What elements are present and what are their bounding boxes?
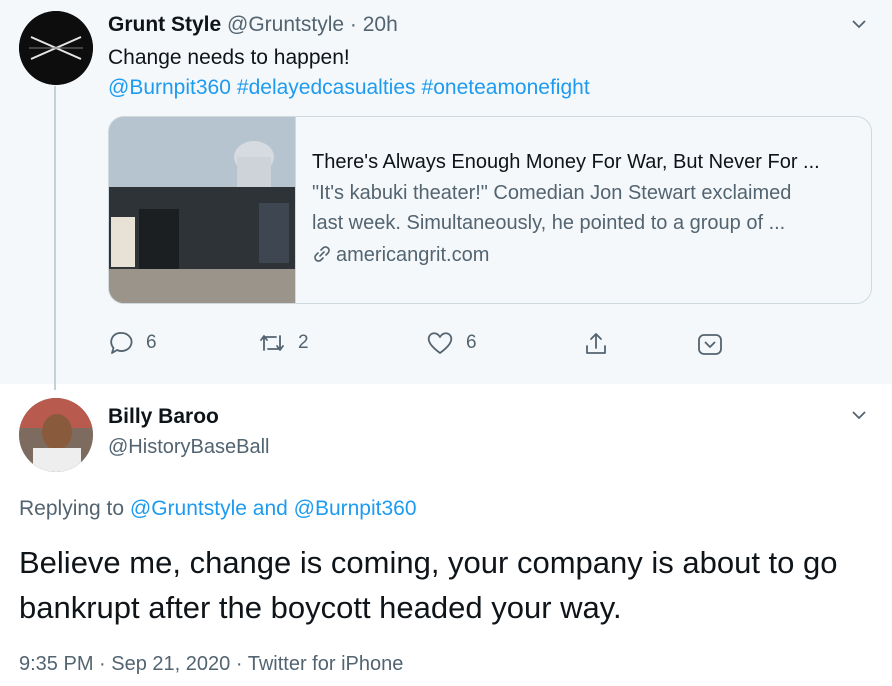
- card-domain: americangrit.com: [312, 244, 857, 267]
- card-description-line: "It's kabuki theater!" Comedian Jon Stew…: [312, 182, 792, 204]
- like-icon: [427, 332, 453, 354]
- billybaroo-avatar[interactable]: [19, 398, 93, 472]
- retweet-button[interactable]: 2: [258, 330, 309, 356]
- hashtag-link[interactable]: #delayedcasualties: [237, 76, 416, 99]
- share-button[interactable]: [582, 330, 610, 358]
- tip-icon: [698, 334, 722, 355]
- reply-tweet-text: Believe me, change is coming, your compa…: [19, 545, 838, 625]
- card-domain-text: americangrit.com: [336, 244, 490, 266]
- card-title: There's Always Enough Money For War, But…: [312, 151, 820, 173]
- separator: ·: [99, 653, 106, 675]
- tweet-time[interactable]: 20h: [363, 13, 398, 36]
- reply-count: 6: [146, 332, 157, 353]
- reply-meta: 9:35 PM · Sep 21, 2020 · Twitter for iPh…: [19, 653, 403, 676]
- like-count: 6: [466, 332, 477, 353]
- share-icon: [586, 333, 606, 354]
- tweet-actions: 6 2 6: [108, 330, 728, 360]
- card-body: There's Always Enough Money For War, But…: [312, 151, 857, 267]
- retweet-icon: [260, 335, 284, 351]
- retweet-count: 2: [298, 332, 309, 353]
- gruntstyle-avatar[interactable]: [19, 11, 93, 85]
- parent-tweet-text: Change needs to happen!: [108, 46, 350, 69]
- card-description-line: last week. Simultaneously, he pointed to…: [312, 212, 786, 234]
- card-description: "It's kabuki theater!" Comedian Jon Stew…: [312, 178, 857, 238]
- reply-display-name[interactable]: Billy Baroo: [108, 405, 219, 429]
- like-button[interactable]: 6: [426, 330, 477, 356]
- separator: ·: [349, 13, 357, 36]
- link-preview-card[interactable]: There's Always Enough Money For War, But…: [108, 116, 872, 304]
- parent-header: Grunt Style @Gruntstyle · 20h: [108, 13, 398, 37]
- chevron-down-icon[interactable]: [850, 15, 868, 33]
- replying-to-prefix: Replying to: [19, 497, 125, 520]
- reply-handle[interactable]: @HistoryBaseBall: [108, 436, 269, 459]
- handle[interactable]: @Gruntstyle: [227, 13, 344, 36]
- replying-to-mentions[interactable]: @Gruntstyle and @Burnpit360: [130, 497, 417, 520]
- card-thumbnail: [109, 117, 296, 303]
- tip-button[interactable]: [696, 330, 724, 358]
- parent-tweet-tags: @Burnpit360 #delayedcasualties #oneteamone…: [108, 76, 596, 100]
- display-name[interactable]: Grunt Style: [108, 13, 221, 36]
- replying-to: Replying to @Gruntstyle and @Burnpit360: [19, 497, 417, 521]
- hashtag-link[interactable]: #oneteamonefight: [422, 76, 590, 99]
- chevron-down-icon[interactable]: [850, 406, 868, 424]
- tweet-source[interactable]: Twitter for iPhone: [248, 653, 404, 675]
- reply-icon: [110, 332, 133, 354]
- tweet-timestamp[interactable]: 9:35 PM: [19, 653, 93, 675]
- parent-tweet[interactable]: Grunt Style @Gruntstyle · 20h Change nee…: [0, 0, 892, 390]
- separator: ·: [235, 653, 243, 675]
- tweet-date[interactable]: Sep 21, 2020: [111, 653, 230, 675]
- thread-connector-line: [54, 86, 56, 390]
- mention-link[interactable]: @Burnpit360: [108, 76, 231, 99]
- reply-button[interactable]: 6: [108, 330, 157, 356]
- link-icon: [314, 246, 330, 262]
